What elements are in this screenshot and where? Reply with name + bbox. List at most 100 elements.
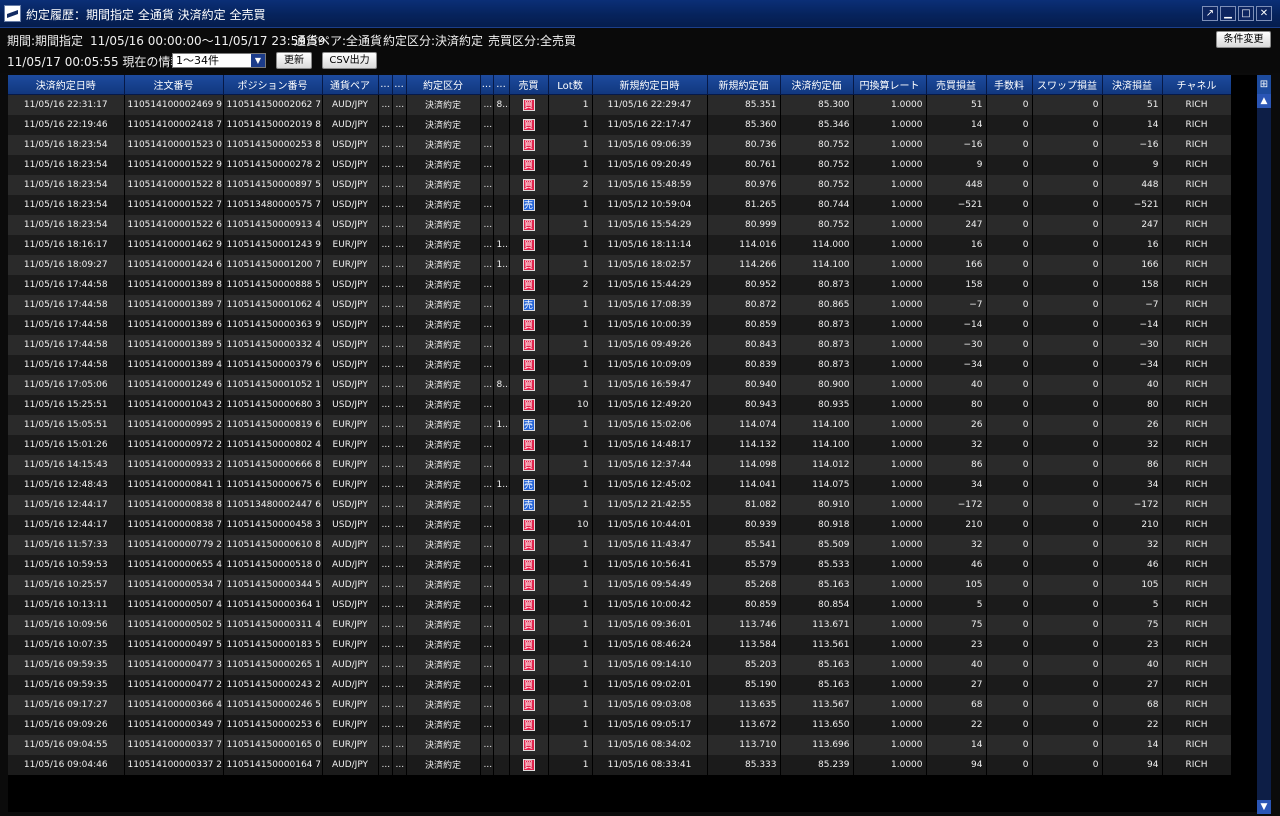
cell-trade-pl: 166: [926, 254, 987, 275]
column-header-channel[interactable]: チャネル: [1162, 75, 1232, 95]
column-header-open-time[interactable]: 新規約定日時: [592, 75, 708, 95]
cell-side: 買: [509, 594, 549, 615]
column-header-settle-time[interactable]: 決済約定日時: [8, 75, 125, 95]
maximize-icon[interactable]: □: [1238, 6, 1254, 21]
table-row[interactable]: 11/05/16 22:31:17 110514100002469 9 110514…: [8, 94, 1232, 115]
page-range-select[interactable]: 1～34件 ▼: [172, 53, 266, 68]
cell-trade-type: 決済約定: [406, 514, 481, 535]
column-header-col-b[interactable]: ...: [392, 75, 407, 95]
close-icon[interactable]: ✕: [1256, 6, 1272, 21]
table-row[interactable]: 11/05/16 18:23:54 110514100001523 0 110514…: [8, 134, 1232, 155]
column-header-side[interactable]: 売買: [509, 75, 549, 95]
table-row[interactable]: 11/05/16 10:59:53 110514100000655 4 110514…: [8, 554, 1232, 575]
cell-position-no: 110514150000897 5: [223, 174, 323, 195]
column-header-position-no[interactable]: ポジション番号: [223, 75, 323, 95]
table-row[interactable]: 11/05/16 17:44:58 110514100001389 4 110514…: [8, 354, 1232, 375]
column-header-col-c[interactable]: ...: [480, 75, 494, 95]
cell-open-price: 85.268: [707, 574, 781, 595]
table-row[interactable]: 11/05/16 15:01:26 110514100000972 2 110514…: [8, 434, 1232, 455]
column-header-open-price[interactable]: 新規約定価: [707, 75, 781, 95]
column-header-fee[interactable]: 手数料: [986, 75, 1033, 95]
table-row[interactable]: 11/05/16 17:44:58 110514100001389 7 110514…: [8, 294, 1232, 315]
table-row[interactable]: 11/05/16 12:48:43 110514100000841 1 110514…: [8, 474, 1232, 495]
cell-open-price: 80.839: [707, 354, 781, 375]
cell-open-time: 11/05/16 09:36:01: [592, 614, 708, 635]
table-row[interactable]: 11/05/16 10:25:57 110514100000534 7 110514…: [8, 574, 1232, 595]
cell-trade-type: 決済約定: [406, 354, 481, 375]
cell-col-c: ...: [480, 134, 494, 155]
table-row[interactable]: 11/05/16 10:09:56 110514100000502 5 110514…: [8, 614, 1232, 635]
cell-open-price: 81.082: [707, 494, 781, 515]
table-row[interactable]: 11/05/16 18:23:54 110514100001522 6 110514…: [8, 214, 1232, 235]
cell-col-c: ...: [480, 194, 494, 215]
cell-settle-pl: −30: [1102, 334, 1163, 355]
cell-trade-type: 決済約定: [406, 174, 481, 195]
column-header-jpy-rate[interactable]: 円換算レート: [853, 75, 927, 95]
vertical-scrollbar[interactable]: ▲ ▼: [1257, 94, 1271, 814]
table-row[interactable]: 11/05/16 17:44:58 110514100001389 5 110514…: [8, 334, 1232, 355]
table-row[interactable]: 11/05/16 12:44:17 110514100000838 8 110513…: [8, 494, 1232, 515]
cell-open-time: 11/05/12 21:42:55: [592, 494, 708, 515]
table-row[interactable]: 11/05/16 15:05:51 110514100000995 2 110514…: [8, 414, 1232, 435]
table-row[interactable]: 11/05/16 18:09:27 110514100001424 6 110514…: [8, 254, 1232, 275]
cell-fee: 0: [986, 534, 1033, 555]
empty-grid-area: [8, 776, 1257, 812]
cell-trade-pl: 75: [926, 614, 987, 635]
change-conditions-button[interactable]: 条件変更: [1216, 31, 1271, 48]
cell-lots: 1: [548, 354, 593, 375]
table-row[interactable]: 11/05/16 22:19:46 110514100002418 7 110514…: [8, 114, 1232, 135]
table-row[interactable]: 11/05/16 10:13:11 110514100000507 4 110514…: [8, 594, 1232, 615]
pin-icon[interactable]: ↗: [1202, 6, 1218, 21]
column-header-col-a[interactable]: ...: [378, 75, 393, 95]
column-header-lots[interactable]: Lot数: [548, 75, 593, 95]
cell-open-price: 80.843: [707, 334, 781, 355]
table-row[interactable]: 11/05/16 14:15:43 110514100000933 2 110514…: [8, 454, 1232, 475]
table-row[interactable]: 11/05/16 17:44:58 110514100001389 6 110514…: [8, 314, 1232, 335]
table-row[interactable]: 11/05/16 11:57:33 110514100000779 2 110514…: [8, 534, 1232, 555]
cell-settle-pl: 40: [1102, 374, 1163, 395]
cell-pair: AUD/JPY: [322, 94, 379, 115]
column-header-settle-pl[interactable]: 決済損益: [1102, 75, 1163, 95]
table-row[interactable]: 11/05/16 18:16:17 110514100001462 9 110514…: [8, 234, 1232, 255]
cell-channel: RICH: [1162, 754, 1232, 775]
cell-pair: USD/JPY: [322, 354, 379, 375]
table-row[interactable]: 11/05/16 09:04:55 110514100000337 7 110514…: [8, 734, 1232, 755]
column-header-settle-price[interactable]: 決済約定価: [780, 75, 854, 95]
table-row[interactable]: 11/05/16 18:23:54 110514100001522 9 110514…: [8, 154, 1232, 175]
table-row[interactable]: 11/05/16 17:05:06 110514100001249 6 110514…: [8, 374, 1232, 395]
table-row[interactable]: 11/05/16 18:23:54 110514100001522 8 110514…: [8, 174, 1232, 195]
scroll-down-icon[interactable]: ▼: [1257, 800, 1271, 814]
scroll-up-icon[interactable]: ▲: [1257, 94, 1271, 108]
cell-swap-pl: 0: [1032, 614, 1103, 635]
cell-jpy-rate: 1.0000: [853, 654, 927, 675]
table-row[interactable]: 11/05/16 09:17:27 110514100000366 4 110514…: [8, 694, 1232, 715]
minimize-icon[interactable]: ▁: [1220, 6, 1236, 21]
cell-order-no: 110514100001043 2: [124, 394, 224, 415]
table-row[interactable]: 11/05/16 09:59:35 110514100000477 3 110514…: [8, 654, 1232, 675]
table-row[interactable]: 11/05/16 09:59:35 110514100000477 2 110514…: [8, 674, 1232, 695]
column-settings-icon[interactable]: ⊞: [1257, 75, 1271, 94]
column-header-trade-type[interactable]: 約定区分: [406, 75, 481, 95]
cell-col-a: ...: [378, 494, 393, 515]
cell-order-no: 110514100000477 2: [124, 674, 224, 695]
cell-trade-pl: 14: [926, 114, 987, 135]
column-header-trade-pl[interactable]: 売買損益: [926, 75, 987, 95]
table-row[interactable]: 11/05/16 17:44:58 110514100001389 8 110514…: [8, 274, 1232, 295]
column-header-order-no[interactable]: 注文番号: [124, 75, 224, 95]
chevron-down-icon[interactable]: ▼: [251, 54, 265, 67]
table-row[interactable]: 11/05/16 18:23:54 110514100001522 7 110513…: [8, 194, 1232, 215]
cell-position-no: 110514150000802 4: [223, 434, 323, 455]
column-header-col-d[interactable]: ...: [493, 75, 510, 95]
cell-channel: RICH: [1162, 494, 1232, 515]
refresh-button[interactable]: 更新: [276, 52, 312, 69]
table-row[interactable]: 11/05/16 09:04:46 110514100000337 2 110514…: [8, 754, 1232, 775]
cell-settle-price: 113.567: [780, 694, 854, 715]
table-row[interactable]: 11/05/16 09:09:26 110514100000349 7 110514…: [8, 714, 1232, 735]
cell-settle-time: 11/05/16 09:04:46: [8, 754, 125, 775]
table-row[interactable]: 11/05/16 12:44:17 110514100000838 7 110514…: [8, 514, 1232, 535]
column-header-swap-pl[interactable]: スワップ損益: [1032, 75, 1103, 95]
column-header-pair[interactable]: 通貨ペア: [322, 75, 379, 95]
table-row[interactable]: 11/05/16 10:07:35 110514100000497 5 110514…: [8, 634, 1232, 655]
table-row[interactable]: 11/05/16 15:25:51 110514100001043 2 110514…: [8, 394, 1232, 415]
csv-export-button[interactable]: CSV出力: [322, 52, 377, 69]
